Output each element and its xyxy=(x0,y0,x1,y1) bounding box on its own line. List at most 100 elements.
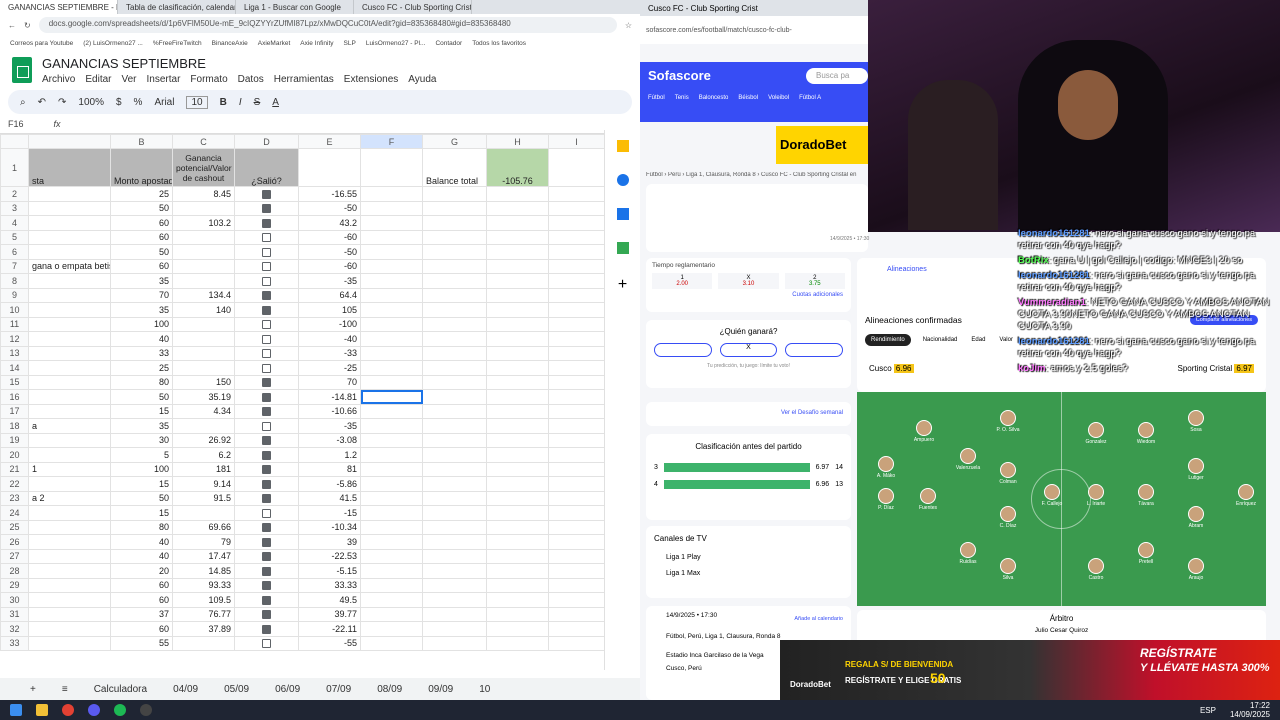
cell[interactable]: 1 xyxy=(28,461,111,477)
cell[interactable] xyxy=(548,592,605,608)
cell[interactable]: -5.86 xyxy=(298,476,361,492)
cell[interactable]: 33.33 xyxy=(298,577,361,593)
cell[interactable] xyxy=(486,403,549,419)
row-number[interactable]: 28 xyxy=(0,563,29,579)
unchecked-checkbox[interactable] xyxy=(262,262,271,272)
cell[interactable] xyxy=(28,215,111,231)
sport-tab[interactable]: Baloncesto xyxy=(699,95,729,101)
cell[interactable] xyxy=(28,534,111,550)
checked-checkbox[interactable] xyxy=(262,465,271,475)
cell[interactable]: 39 xyxy=(298,534,361,550)
row-number[interactable]: 23 xyxy=(0,490,29,506)
menu-ayuda[interactable]: Ayuda xyxy=(408,74,436,85)
tab-clasificacion[interactable]: Tabla de clasificación, calendar xyxy=(118,0,236,14)
checkbox-cell[interactable] xyxy=(234,229,299,245)
cell[interactable] xyxy=(486,389,549,405)
odds-away[interactable]: 2 3.75 xyxy=(784,273,845,289)
cell[interactable] xyxy=(360,635,423,651)
vote-draw-button[interactable]: X xyxy=(719,343,778,357)
cell[interactable] xyxy=(360,592,423,608)
cell[interactable]: -35 xyxy=(298,273,361,289)
cell[interactable]: -50 xyxy=(298,200,361,216)
player-marker[interactable]: C. Díaz xyxy=(993,506,1023,529)
cell[interactable] xyxy=(486,519,549,535)
cell[interactable] xyxy=(548,403,605,419)
checkbox-cell[interactable] xyxy=(234,635,299,651)
checked-checkbox[interactable] xyxy=(262,523,271,533)
cell[interactable]: 25 xyxy=(110,186,173,202)
checked-checkbox[interactable] xyxy=(262,436,271,446)
col-header[interactable]: C xyxy=(172,134,235,149)
cell[interactable] xyxy=(548,505,605,521)
cell[interactable]: -3.08 xyxy=(298,432,361,448)
cell[interactable]: 43.2 xyxy=(298,215,361,231)
unchecked-checkbox[interactable] xyxy=(262,276,271,286)
cell[interactable] xyxy=(360,403,423,419)
cell[interactable] xyxy=(360,360,423,376)
checkbox-cell[interactable] xyxy=(234,360,299,376)
cell[interactable]: 33 xyxy=(110,345,173,361)
cell[interactable] xyxy=(28,316,111,332)
filter-chip[interactable]: Edad xyxy=(969,334,987,346)
player-marker[interactable]: Wiedom xyxy=(1131,422,1161,445)
cell[interactable] xyxy=(28,273,111,289)
checkbox-cell[interactable] xyxy=(234,273,299,289)
bookmark[interactable]: (2) LuisOrmeno27 ... xyxy=(83,40,143,47)
cell[interactable]: -40 xyxy=(298,331,361,347)
row-number[interactable]: 25 xyxy=(0,519,29,535)
cell[interactable] xyxy=(28,476,111,492)
search-input[interactable]: Busca pa xyxy=(806,68,868,84)
clock[interactable]: 17:22 14/09/2025 xyxy=(1230,701,1280,719)
cell[interactable] xyxy=(486,490,549,506)
bookmark[interactable]: Correos para Youtube xyxy=(10,40,73,47)
cell[interactable] xyxy=(28,563,111,579)
checkbox-cell[interactable] xyxy=(234,287,299,303)
cell[interactable]: 4.34 xyxy=(172,403,235,419)
cell[interactable] xyxy=(422,418,487,434)
checkbox-cell[interactable] xyxy=(234,606,299,622)
cell[interactable]: 55 xyxy=(110,635,173,651)
menu-insertar[interactable]: Insertar xyxy=(147,74,181,85)
cell[interactable]: 181 xyxy=(172,461,235,477)
home-team[interactable]: Cusco 6.96 xyxy=(869,364,914,373)
cell[interactable] xyxy=(172,635,235,651)
cell[interactable] xyxy=(360,447,423,463)
checked-checkbox[interactable] xyxy=(262,450,271,460)
cell[interactable] xyxy=(172,345,235,361)
cell[interactable]: 60 xyxy=(110,592,173,608)
cell[interactable]: -35 xyxy=(298,418,361,434)
cell[interactable] xyxy=(360,258,423,274)
cell[interactable] xyxy=(422,200,487,216)
chat-username[interactable]: BotRix xyxy=(1018,255,1049,266)
cell[interactable] xyxy=(548,258,605,274)
cell[interactable] xyxy=(486,548,549,564)
cell[interactable] xyxy=(360,606,423,622)
row-number[interactable]: 29 xyxy=(0,577,29,593)
row-number[interactable]: 16 xyxy=(0,389,29,405)
bookmark[interactable]: %FreeFireTwitch xyxy=(153,40,202,47)
cell[interactable]: 37.89 xyxy=(172,621,235,637)
sport-tab[interactable]: Tenis xyxy=(675,95,689,101)
cell[interactable] xyxy=(548,200,605,216)
checked-checkbox[interactable] xyxy=(262,378,271,388)
cell[interactable] xyxy=(486,215,549,231)
row-number[interactable]: 32 xyxy=(0,621,29,637)
cell[interactable] xyxy=(548,360,605,376)
checkbox-cell[interactable] xyxy=(234,519,299,535)
cell[interactable]: 49.5 xyxy=(298,592,361,608)
cell[interactable] xyxy=(28,360,111,376)
cell[interactable]: 30 xyxy=(110,432,173,448)
row-number[interactable]: 24 xyxy=(0,505,29,521)
bookmark[interactable]: BinanceAxie xyxy=(212,40,248,47)
cell[interactable] xyxy=(28,200,111,216)
back-icon[interactable]: ← xyxy=(8,21,16,30)
row-number[interactable]: 9 xyxy=(0,287,29,303)
cell[interactable] xyxy=(548,577,605,593)
cell[interactable]: 109.5 xyxy=(172,592,235,608)
cell[interactable]: 35 xyxy=(110,273,173,289)
cell[interactable]: 26.92 xyxy=(172,432,235,448)
row-number[interactable]: 1 xyxy=(0,148,29,187)
cell[interactable]: 93.33 xyxy=(172,577,235,593)
cell[interactable] xyxy=(548,534,605,550)
cell[interactable] xyxy=(360,345,423,361)
